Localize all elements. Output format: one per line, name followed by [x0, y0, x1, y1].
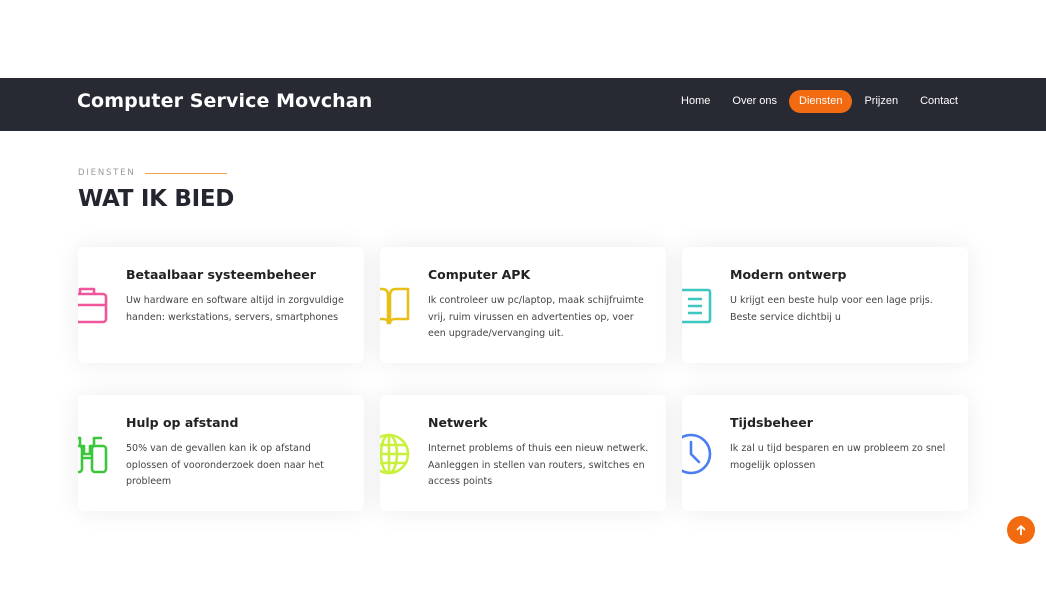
- service-title: Tijdsbeheer: [730, 415, 813, 430]
- service-text: U krijgt een beste hulp voor een lage pr…: [730, 295, 933, 323]
- service-text: Internet problems of thuis een nieuw net…: [428, 443, 649, 487]
- nav-home[interactable]: Home: [671, 90, 720, 113]
- service-card-computer-apk: Computer APK Ik controleer uw pc/laptop,…: [380, 247, 666, 363]
- service-card-netwerk: Netwerk Internet problems of thuis een n…: [380, 395, 666, 511]
- service-title: Hulp op afstand: [126, 415, 239, 430]
- service-text: Uw hardware en software altijd in zorgvu…: [126, 295, 344, 323]
- section-title: WAT IK BIED: [78, 186, 235, 212]
- service-card-tijdsbeheer: Tijdsbeheer Ik zal u tijd besparen en uw…: [682, 395, 968, 511]
- clock-icon: [682, 431, 714, 477]
- service-card-modern-ontwerp: Modern ontwerp U krijgt een beste hulp v…: [682, 247, 968, 363]
- service-card-hulp-op-afstand: Hulp op afstand 50% van de gevallen kan …: [78, 395, 364, 511]
- nav-diensten[interactable]: Diensten: [789, 90, 853, 113]
- binoculars-icon: [78, 432, 110, 478]
- main-nav: Home Over ons Diensten Prijzen Contact: [669, 90, 968, 113]
- service-card-systeembeheer: Betaalbaar systeembeheer Uw hardware en …: [78, 247, 364, 363]
- service-text: Ik controleer uw pc/laptop, maak schijfr…: [428, 295, 644, 339]
- site-brand[interactable]: Computer Service Movchan: [77, 90, 372, 112]
- section-eyebrow: DIENSTEN: [78, 168, 234, 178]
- nav-contact[interactable]: Contact: [910, 90, 968, 113]
- section-eyebrow-label: DIENSTEN: [78, 168, 136, 178]
- nav-over-ons[interactable]: Over ons: [722, 90, 787, 113]
- service-title: Modern ontwerp: [730, 267, 847, 282]
- globe-icon: [380, 431, 412, 477]
- list-icon: [682, 284, 714, 330]
- service-title: Computer APK: [428, 267, 531, 282]
- service-title: Betaalbaar systeembeheer: [126, 267, 316, 282]
- navbar: Computer Service Movchan Home Over ons D…: [0, 78, 1046, 131]
- nav-prijzen[interactable]: Prijzen: [854, 90, 908, 113]
- service-text: 50% van de gevallen kan ik op afstand op…: [126, 443, 324, 487]
- briefcase-icon: [78, 282, 110, 328]
- service-title: Netwerk: [428, 415, 488, 430]
- arrow-up-icon: [1016, 525, 1026, 536]
- section-header: DIENSTEN WAT IK BIED: [78, 168, 234, 212]
- book-icon: [380, 283, 412, 329]
- eyebrow-divider: [144, 172, 227, 174]
- service-text: Ik zal u tijd besparen en uw probleem zo…: [730, 443, 946, 471]
- back-to-top-button[interactable]: [1007, 516, 1035, 544]
